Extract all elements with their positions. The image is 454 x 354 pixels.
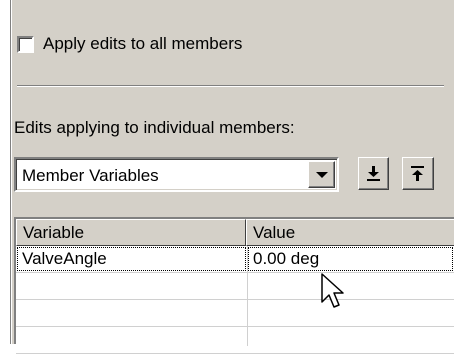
cell-variable[interactable]: ValveAngle [16,246,247,272]
mouse-pointer-icon [320,272,346,312]
variables-grid[interactable]: Variable Value ValveAngle 0.00 deg [14,217,454,344]
table-row[interactable] [16,300,454,327]
cell-value[interactable] [247,273,454,299]
export-button[interactable] [402,157,434,190]
table-row[interactable] [16,273,454,300]
cell-value[interactable]: 0.00 deg [247,246,454,272]
cell-value[interactable] [247,300,454,326]
chevron-down-icon [316,172,328,178]
table-row[interactable]: ValveAngle 0.00 deg [16,246,454,273]
column-header-variable[interactable]: Variable [16,219,246,246]
apply-all-checkbox[interactable] [17,36,34,53]
cell-variable[interactable] [16,273,247,299]
column-header-value[interactable]: Value [246,219,454,246]
import-button[interactable] [358,157,389,190]
cell-variable[interactable] [16,300,247,326]
member-variables-dropdown[interactable]: Member Variables [14,157,339,192]
apply-all-label[interactable]: Apply edits to all members [43,34,242,54]
upload-icon [409,165,426,182]
column-divider [247,246,248,346]
section-label: Edits applying to individual members: [14,118,295,138]
table-row[interactable] [16,327,454,354]
cell-variable[interactable] [16,327,247,353]
separator [17,85,444,87]
download-icon [365,165,382,182]
dropdown-arrow-button[interactable] [308,161,335,188]
dropdown-value: Member Variables [22,166,159,186]
apply-all-checkbox-row[interactable]: Apply edits to all members [17,33,242,55]
cell-value[interactable] [247,327,454,353]
